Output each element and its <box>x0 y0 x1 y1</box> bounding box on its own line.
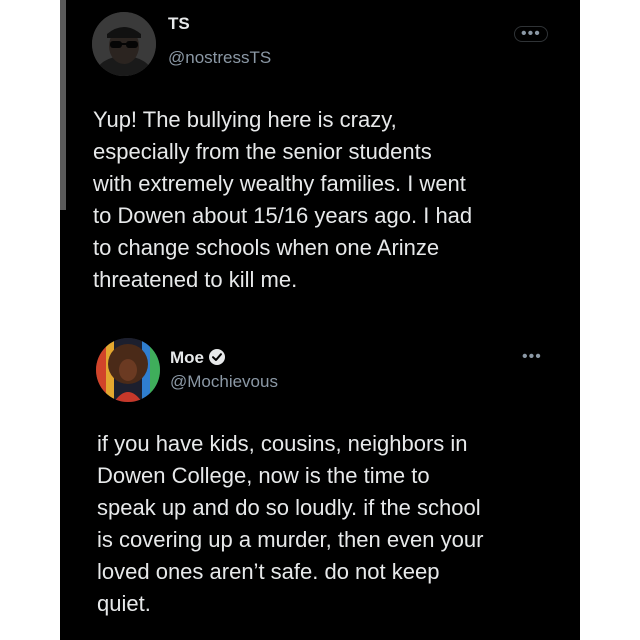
avatar[interactable] <box>92 12 156 76</box>
ellipsis-icon[interactable]: ••• <box>516 349 548 365</box>
tweet-text: if you have kids, cousins, neighbors in … <box>97 431 484 616</box>
display-name[interactable]: TS <box>168 14 190 34</box>
display-name[interactable]: Moe <box>170 348 226 368</box>
ellipsis-icon[interactable]: ••• <box>514 26 548 42</box>
tweet-text: Yup! The bullying here is crazy, especia… <box>93 107 473 292</box>
user-handle[interactable]: @nostressTS <box>168 48 271 68</box>
verified-badge-icon <box>209 349 225 365</box>
avatar[interactable] <box>96 338 160 402</box>
frame-edge <box>60 0 66 210</box>
screenshot-frame: TS @nostressTS ••• Yup! The bullying her… <box>60 0 580 640</box>
user-handle[interactable]: @Mochievous <box>170 372 278 392</box>
